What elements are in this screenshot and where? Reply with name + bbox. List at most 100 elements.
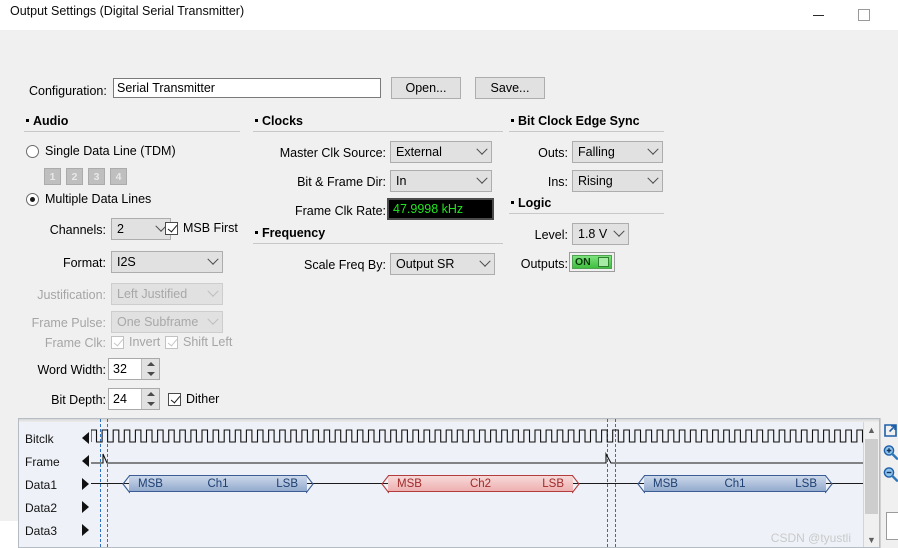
tdm-button-2[interactable]: 2 xyxy=(66,168,83,185)
frame-pulse-value: One Subframe xyxy=(117,315,199,329)
bit-frame-dir-label: Bit & Frame Dir: xyxy=(297,175,386,189)
stepper-up-icon[interactable] xyxy=(142,359,159,369)
radio-single-data-line[interactable]: Single Data Line (TDM) xyxy=(26,144,176,158)
chevron-down-icon xyxy=(473,143,491,156)
open-button[interactable]: Open... xyxy=(391,77,461,99)
dither-checkbox[interactable]: Dither xyxy=(168,392,219,406)
level-combo[interactable]: 1.8 V xyxy=(572,223,629,245)
frequency-section-heading: Frequency xyxy=(255,226,325,240)
msb-first-checkbox[interactable]: MSB First xyxy=(165,221,238,235)
stepper-down-icon[interactable] xyxy=(142,369,159,379)
waveform-row-label-data2: Data2 xyxy=(25,501,58,515)
led-icon xyxy=(598,257,609,267)
chevron-down-icon xyxy=(644,172,662,185)
configuration-input[interactable] xyxy=(113,78,381,98)
waveform-row-label-data3: Data3 xyxy=(25,524,58,538)
logic-section-heading: Logic xyxy=(511,196,551,210)
frame-pulse-label: Frame Pulse: xyxy=(31,316,106,330)
waveform-row-label-bitclk: Bitclk xyxy=(25,432,54,446)
waveform-top-divider xyxy=(19,419,879,422)
checkbox-icon-shift-left xyxy=(165,335,178,349)
word-width-stepper[interactable]: 32 xyxy=(108,358,160,380)
word-width-label: Word Width: xyxy=(37,363,106,377)
zoom-out-icon[interactable] xyxy=(882,466,898,483)
dialog-body: Configuration: Open... Save... Audio Sin… xyxy=(0,30,898,548)
bullet-icon xyxy=(255,119,258,123)
bit-depth-stepper-buttons[interactable] xyxy=(141,389,159,409)
bit-depth-label: Bit Depth: xyxy=(51,393,106,407)
tdm-button-3[interactable]: 3 xyxy=(88,168,105,185)
dither-label: Dither xyxy=(186,392,220,406)
justification-combo: Left Justified xyxy=(111,283,223,305)
output-arrow-icon-data2 xyxy=(82,501,89,513)
radio-label-multiple: Multiple Data Lines xyxy=(45,192,152,206)
word-width-stepper-buttons[interactable] xyxy=(141,359,159,379)
zoom-in-icon[interactable] xyxy=(882,444,898,461)
stepper-up-icon[interactable] xyxy=(142,389,159,399)
bit-clock-edge-sync-heading: Bit Clock Edge Sync xyxy=(511,114,640,128)
bus-cap-right-icon xyxy=(572,475,580,494)
invert-label: Invert xyxy=(129,335,161,349)
outputs-toggle[interactable]: ON xyxy=(569,252,615,272)
chevron-down-icon xyxy=(204,285,222,298)
scale-freq-by-combo[interactable]: Output SR xyxy=(390,253,495,275)
waveform-tool-column xyxy=(880,418,898,548)
radio-multiple-data-lines[interactable]: Multiple Data Lines xyxy=(26,192,151,206)
bit-frame-dir-combo[interactable]: In xyxy=(390,170,492,192)
audio-section-rule xyxy=(24,131,240,132)
frame-pulse-combo: One Subframe xyxy=(111,311,223,333)
expand-icon[interactable] xyxy=(882,422,898,439)
bus-segment-ch1-second[interactable]: MSB Ch1 LSB xyxy=(637,475,833,494)
ins-label: Ins: xyxy=(547,175,568,189)
scroll-up-icon[interactable]: ▲ xyxy=(864,422,879,437)
input-arrow-icon-bitclk xyxy=(82,432,89,444)
channels-combo[interactable]: 2 xyxy=(111,218,171,240)
bit-clock-edge-sync-rule xyxy=(509,131,664,132)
format-combo[interactable]: I2S xyxy=(111,251,223,273)
master-clk-source-value: External xyxy=(396,145,442,159)
chevron-down-icon xyxy=(204,313,222,326)
level-value: 1.8 V xyxy=(578,227,608,241)
minimize-button[interactable] xyxy=(795,0,841,30)
output-arrow-icon-data3 xyxy=(82,524,89,536)
frequency-section-rule xyxy=(253,243,503,244)
tool-input-box[interactable] xyxy=(886,512,898,540)
format-label: Format: xyxy=(62,256,106,270)
window-title: Output Settings (Digital Serial Transmit… xyxy=(10,4,245,18)
outs-label: Outs: xyxy=(538,146,568,160)
watermark-text: CSDN @tyustli xyxy=(770,531,851,545)
scroll-down-icon[interactable]: ▼ xyxy=(864,532,879,547)
chevron-down-icon xyxy=(473,172,491,185)
bullet-icon xyxy=(511,119,514,123)
outs-combo[interactable]: Falling xyxy=(572,141,663,163)
bus-cap-right-icon xyxy=(825,475,833,494)
outputs-state-label: ON xyxy=(575,256,591,268)
bitclk-waveform xyxy=(91,429,866,443)
bus-segment-ch2[interactable]: MSB Ch2 LSB xyxy=(381,475,580,494)
clocks-section-heading: Clocks xyxy=(255,114,303,128)
save-button[interactable]: Save... xyxy=(475,77,545,99)
stepper-down-icon[interactable] xyxy=(142,399,159,409)
clocks-section-rule xyxy=(253,131,503,132)
bit-frame-dir-value: In xyxy=(396,174,407,188)
bus-segment-ch1-first[interactable]: MSB Ch1 LSB xyxy=(122,475,314,494)
scale-freq-by-label: Scale Freq By: xyxy=(304,258,386,272)
bullet-icon xyxy=(511,201,514,205)
scale-freq-by-value: Output SR xyxy=(396,257,455,271)
msb-first-label: MSB First xyxy=(183,221,238,235)
scrollbar-thumb[interactable] xyxy=(865,439,878,514)
waveform-panel[interactable]: Bitclk Frame Data1 Data2 Data3 MSB Ch1 L… xyxy=(18,418,880,548)
channels-value: 2 xyxy=(117,222,124,236)
master-clk-source-combo[interactable]: External xyxy=(390,141,492,163)
frame-waveform xyxy=(91,452,866,464)
tdm-button-4[interactable]: 4 xyxy=(110,168,127,185)
ins-combo[interactable]: Rising xyxy=(572,170,663,192)
outs-value: Falling xyxy=(578,145,615,159)
tdm-button-1[interactable]: 1 xyxy=(44,168,61,185)
waveform-vertical-scrollbar[interactable]: ▲ ▼ xyxy=(863,422,879,547)
audio-section-heading: Audio xyxy=(26,114,68,128)
master-clk-source-label: Master Clk Source: xyxy=(279,146,386,160)
bit-depth-stepper[interactable]: 24 xyxy=(108,388,160,410)
maximize-button[interactable] xyxy=(841,0,887,30)
checkbox-icon-invert xyxy=(111,335,124,349)
